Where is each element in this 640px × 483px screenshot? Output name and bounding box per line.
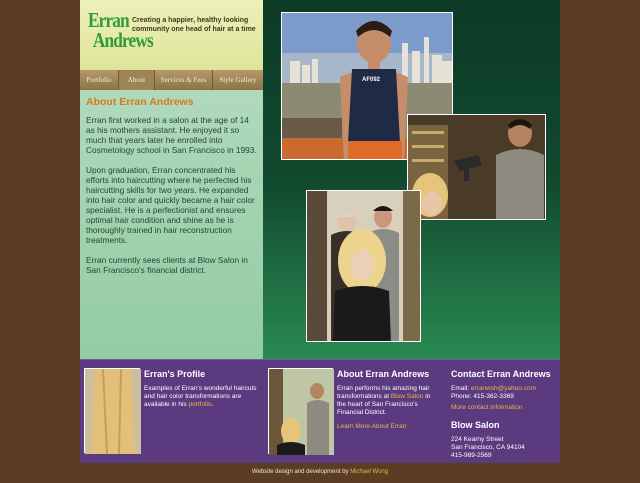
about-paragraph-2: Upon graduation, Erran concentrated his … [86, 165, 255, 245]
long-hair-illustration [85, 367, 141, 455]
about-paragraph-3: Erran currently sees clients at Blow Sal… [86, 255, 248, 275]
salon-address-2: San Francisco, CA 94104 [451, 444, 525, 451]
learn-more-link[interactable]: Learn More About Erran [337, 423, 406, 430]
salon-address-1: 224 Kearny Street [451, 436, 504, 443]
tagline: Creating a happier, healthy looking comm… [132, 17, 256, 33]
contact-title: Contact Erran Andrews [451, 369, 551, 379]
email-link[interactable]: erranwsh@yahoo.com [471, 385, 536, 392]
salon-blowdry-illustration [408, 115, 545, 219]
tab-portfolio[interactable]: Portfolio [80, 70, 119, 90]
main-nav: Portfolio About Services & Fees Style Ga… [80, 70, 263, 90]
portfolio-link[interactable]: portfolio [188, 401, 211, 408]
contact-email: Email: erranwsh@yahoo.com [451, 385, 559, 393]
about-thumbnail[interactable] [268, 368, 334, 455]
blow-salon-link[interactable]: Blow Salon [391, 393, 424, 400]
credit-text: Website design and development by [251, 469, 349, 475]
page-title: About Erran Andrews [86, 96, 194, 108]
photo-panel: AF092 [263, 0, 560, 359]
profile-end: . [211, 401, 214, 408]
contact-column: Contact Erran Andrews Email: erranwsh@ya… [451, 360, 559, 464]
site-header: Erran Andrews Creating a happier, health… [80, 0, 263, 70]
site-credit: Website design and development by Michae… [0, 469, 640, 475]
salon-title: Blow Salon [451, 420, 500, 430]
contact-phone: Phone: 415-362-3369 [451, 393, 514, 400]
more-contact-link[interactable]: More contact information [451, 404, 523, 411]
shirt-text: AF092 [362, 77, 381, 83]
left-column: Erran Andrews Creating a happier, health… [80, 0, 263, 359]
profile-thumbnail[interactable] [84, 367, 141, 455]
photo-salon-group [306, 190, 421, 342]
about-text: Erran performs his amazing hair transfor… [337, 385, 439, 417]
tab-about[interactable]: About [119, 70, 155, 90]
about-content: About Erran Andrews Erran first worked i… [86, 97, 258, 285]
profile-title: Erran's Profile [144, 369, 206, 379]
about-paragraph-1: Erran first worked in a salon at the age… [86, 115, 257, 155]
author-link[interactable]: Michael Wong [350, 469, 388, 475]
tab-services-fees[interactable]: Services & Fees [155, 70, 213, 90]
salon-group-illustration [307, 191, 420, 341]
photo-blowdry [407, 114, 546, 220]
profile-text: Examples of Erran's wonderful haircuts a… [144, 385, 262, 409]
tab-style-gallery[interactable]: Style Gallery [213, 70, 263, 90]
salon-phone: 415-989-2569 [451, 452, 492, 459]
profile-column: Erran's Profile Examples of Erran's wond… [144, 360, 262, 464]
salon-thumb-illustration [269, 369, 334, 455]
email-label: Email: [451, 385, 470, 392]
about-column: About Erran Andrews Erran performs his a… [337, 360, 439, 464]
footer-band: Erran's Profile Examples of Erran's wond… [80, 359, 560, 463]
about-title: About Erran Andrews [337, 369, 430, 379]
